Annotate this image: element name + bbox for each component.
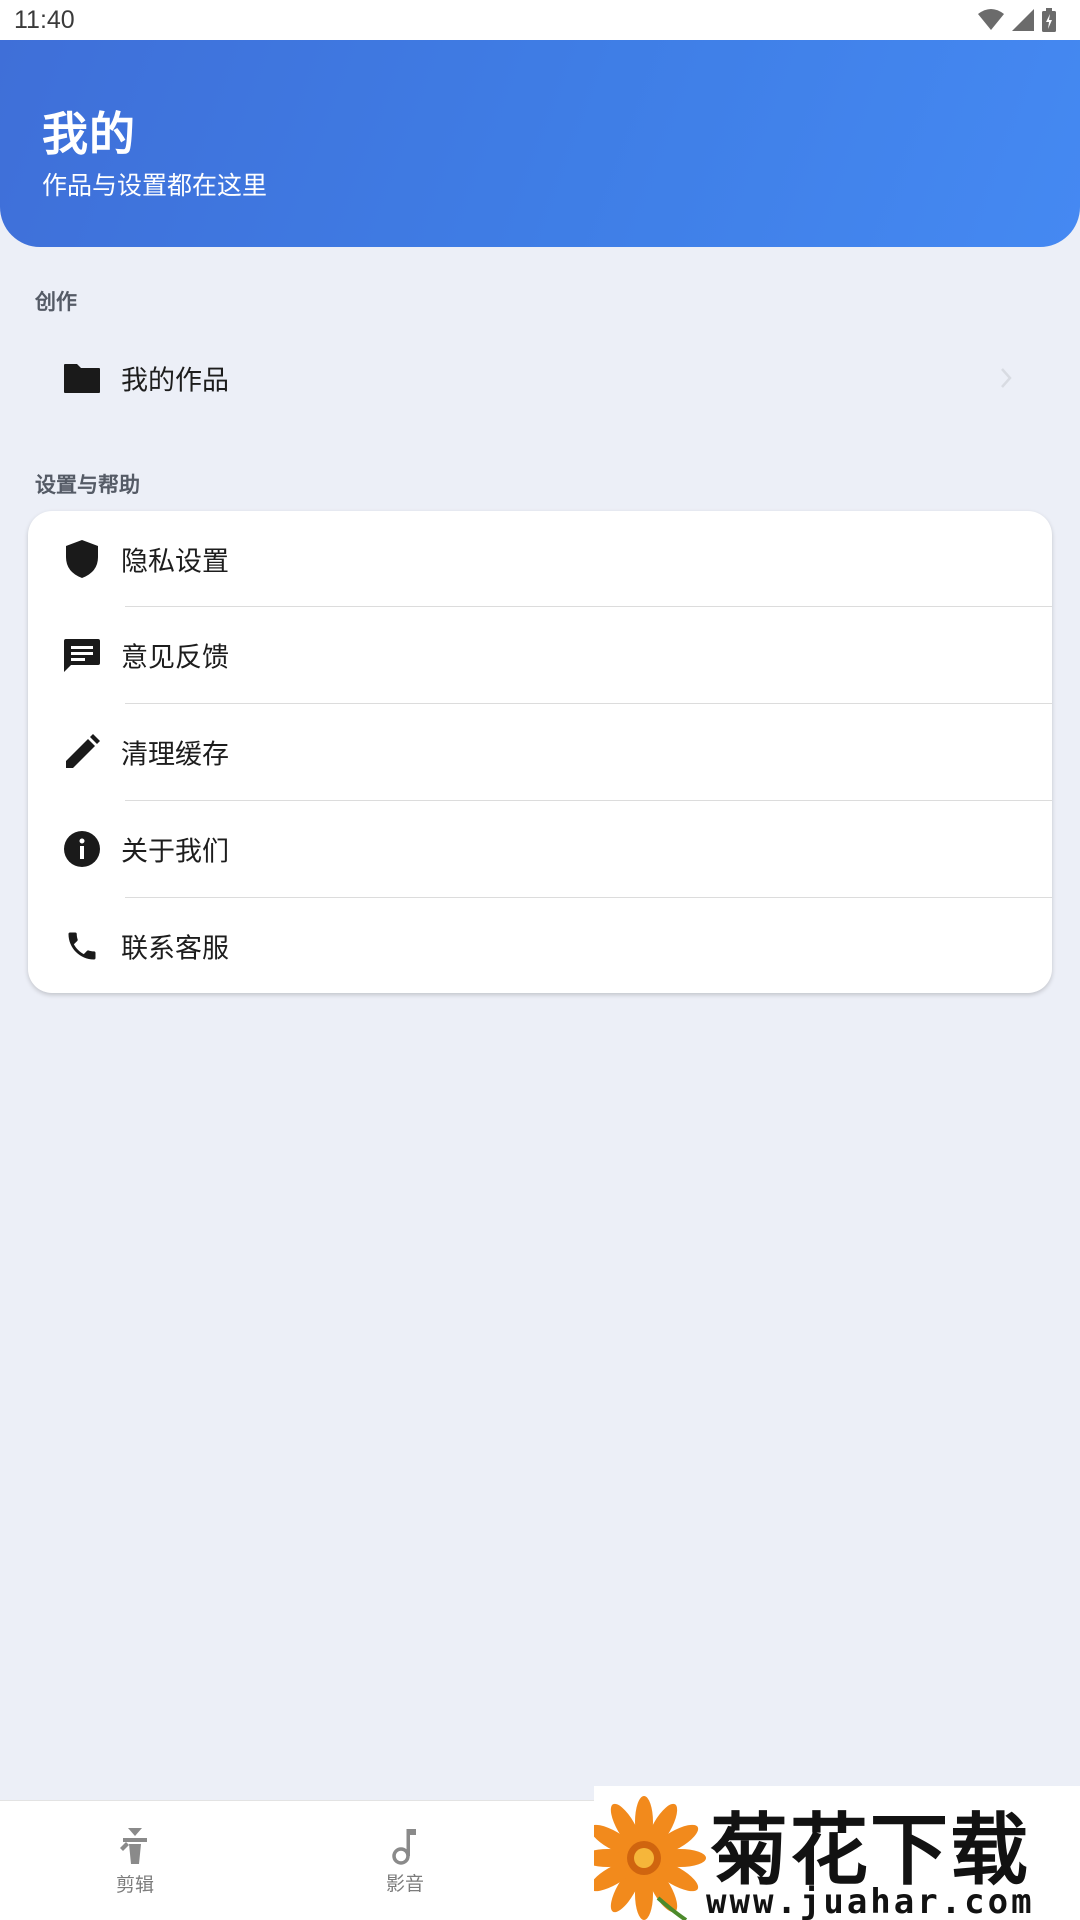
chevron-right-icon	[986, 358, 1026, 398]
clear-cache-item[interactable]: 清理缓存	[28, 704, 1052, 800]
about-us-item[interactable]: 关于我们	[28, 801, 1052, 897]
nav-label-media: 影音	[385, 1872, 424, 1895]
clear-cache-label: 清理缓存	[121, 739, 229, 771]
status-bar: 11:40	[0, 0, 1080, 40]
settings-card: 隐私设置 意见反馈 清理缓存 关于我们 联系客服	[28, 511, 1052, 993]
section-label-settings: 设置与帮助	[35, 473, 140, 497]
status-time: 11:40	[14, 5, 75, 34]
feedback-item[interactable]: 意见反馈	[28, 607, 1052, 703]
status-icons	[978, 8, 1056, 32]
profile-header: 我的 作品与设置都在这里	[0, 40, 1080, 247]
about-us-label: 关于我们	[121, 836, 229, 868]
watermark-url: www.juahar.com	[706, 1882, 1035, 1920]
page-title: 我的	[42, 107, 136, 161]
nav-item-clip[interactable]: 剪辑	[0, 1801, 270, 1920]
my-works-label: 我的作品	[121, 365, 229, 397]
privacy-settings-label: 隐私设置	[121, 546, 229, 578]
contact-support-item[interactable]: 联系客服	[28, 898, 1052, 993]
battery-charging-icon	[1042, 8, 1056, 32]
info-icon	[62, 829, 102, 869]
my-works-item[interactable]: 我的作品	[28, 330, 1052, 426]
nav-label-clip: 剪辑	[115, 1873, 154, 1896]
phone-icon	[62, 926, 102, 966]
page-subtitle: 作品与设置都在这里	[42, 171, 268, 200]
feedback-icon	[62, 635, 102, 675]
watermark: 菊花下载网 www.juahar.com	[594, 1786, 1080, 1920]
contact-support-label: 联系客服	[121, 933, 229, 965]
shield-icon	[62, 539, 102, 579]
section-label-creation: 创作	[35, 290, 77, 314]
privacy-settings-item[interactable]: 隐私设置	[28, 511, 1052, 607]
pencil-icon	[62, 732, 102, 772]
nav-item-media[interactable]: 影音	[270, 1801, 540, 1920]
edit-clip-icon	[120, 1827, 147, 1864]
wifi-icon	[978, 9, 1004, 30]
music-note-icon	[392, 1828, 416, 1865]
cellular-signal-icon	[1012, 9, 1034, 31]
flower-logo-icon	[594, 1796, 706, 1920]
folder-icon	[62, 358, 102, 398]
feedback-label: 意见反馈	[121, 642, 229, 674]
